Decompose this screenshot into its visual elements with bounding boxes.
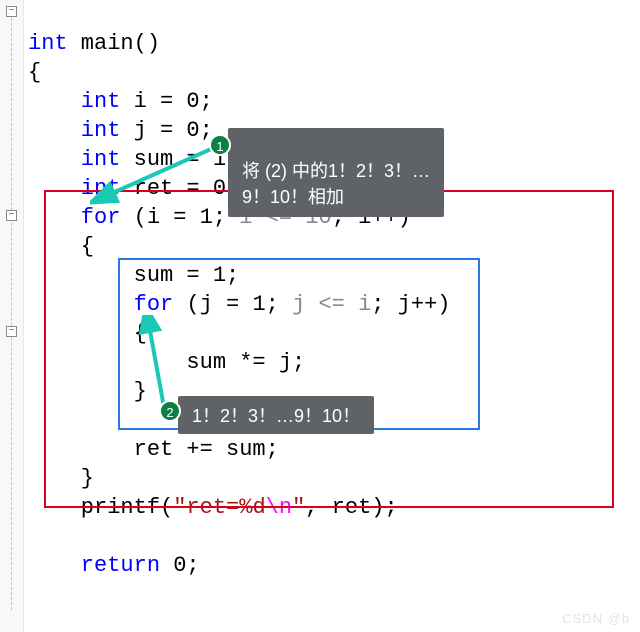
code-line-11: { [28, 321, 147, 346]
code-line-16: } [28, 466, 94, 491]
code-line-10: for (j = 1; j <= i; j++) [28, 292, 451, 317]
code-line-4: int j = 0; [28, 118, 213, 143]
callout-1-line-2: 9！10！相加 [242, 187, 344, 207]
code-line-3: int i = 0; [28, 89, 213, 114]
code-line-13: } [28, 379, 147, 404]
code-line-9: sum = 1; [28, 263, 239, 288]
code-editor-content: int main() { int i = 0; int j = 0; int s… [28, 0, 451, 580]
badge-2: 2 [159, 400, 181, 422]
fold-toggle-main[interactable]: − [6, 6, 17, 17]
callout-2: 1！2！3！…9！10！ [178, 396, 374, 434]
code-line-2: { [28, 60, 41, 85]
code-line-6: int ret = 0; [28, 176, 239, 201]
code-line-5: int sum = 1; [28, 147, 239, 172]
code-line-12: sum *= j; [28, 350, 305, 375]
code-line-8: { [28, 234, 94, 259]
gutter [0, 0, 24, 632]
keyword-int: int [28, 31, 68, 56]
fold-guide-main [11, 18, 12, 610]
callout-1: 将 (2) 中的1！2！3！… 9！10！相加 [228, 128, 444, 217]
callout-1-line-1: 将 (2) 中的1！2！3！… [242, 161, 430, 181]
fold-toggle-outer-for[interactable]: − [6, 210, 17, 221]
code-line-17: printf("ret=%d\n", ret); [28, 495, 398, 520]
fold-toggle-inner-for[interactable]: − [6, 326, 17, 337]
code-line-15: ret += sum; [28, 437, 279, 462]
watermark: CSDN @b [562, 611, 630, 626]
badge-1: 1 [209, 134, 231, 156]
code-line-1: int main() [28, 31, 160, 56]
code-line-19: return 0; [28, 553, 200, 578]
